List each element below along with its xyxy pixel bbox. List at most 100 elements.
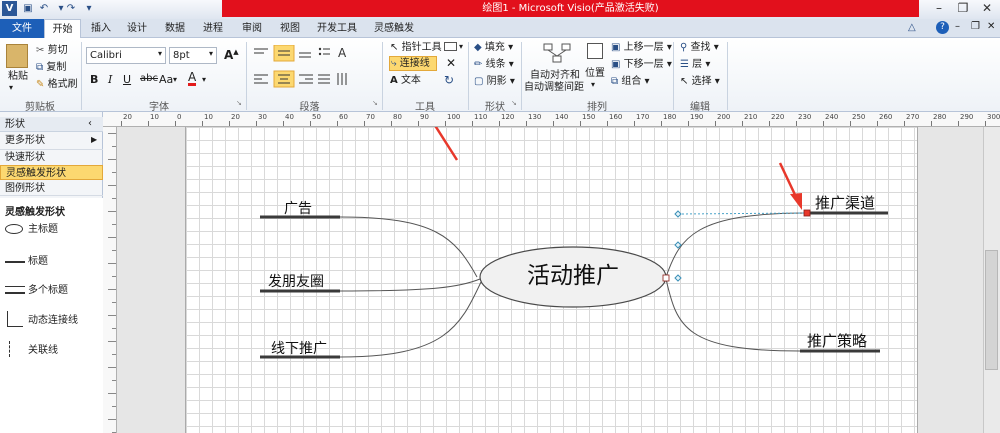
customize-qat-icon[interactable]: ▾ xyxy=(82,2,96,16)
paste-button[interactable]: 粘贴 xyxy=(8,70,28,83)
connection-point-icon[interactable]: ↻ xyxy=(444,73,454,87)
rectangle-tool-icon[interactable] xyxy=(444,42,457,51)
visio-app-icon[interactable]: V xyxy=(2,1,17,16)
grow-font-icon[interactable]: A▲ xyxy=(224,48,239,62)
branch-ad-text[interactable]: 广告 xyxy=(284,198,312,218)
branch-channel-text[interactable]: 推广渠道 xyxy=(815,192,875,213)
send-backward-button[interactable]: ▣ 下移一层 ▾ xyxy=(611,58,672,71)
line-button[interactable]: ✏ 线条 ▾ xyxy=(474,58,514,71)
fill-button[interactable]: ◆ 填充 ▾ xyxy=(474,41,513,54)
justify-icon[interactable] xyxy=(318,74,330,84)
branch-offline-text[interactable]: 线下推广 xyxy=(271,338,327,358)
undo-icon[interactable]: ↶ xyxy=(37,2,51,16)
position-dropdown-icon[interactable]: ▾ xyxy=(591,80,595,89)
connector-strategy[interactable] xyxy=(665,278,801,352)
redo-icon[interactable]: ↷ xyxy=(64,2,78,16)
copy-button[interactable]: ⧉ 复制 xyxy=(36,61,66,74)
collapse-panel-icon[interactable]: ‹ xyxy=(88,118,92,129)
bring-forward-button[interactable]: ▣ 上移一层 ▾ xyxy=(611,41,672,54)
underline-icon[interactable]: U xyxy=(123,73,131,86)
more-shapes-item[interactable]: 更多形状 xyxy=(0,133,103,148)
auto-align-label-2[interactable]: 自动调整间距 xyxy=(524,81,584,94)
relationship-shape-icon[interactable] xyxy=(9,341,21,357)
bold-icon[interactable]: B xyxy=(90,73,98,86)
main-topic-shape-icon[interactable] xyxy=(5,224,23,234)
position-button[interactable]: 位置 xyxy=(585,67,605,80)
strikethrough-icon[interactable]: abc xyxy=(140,73,158,84)
font-name-dropdown-icon[interactable]: ▾ xyxy=(158,49,162,58)
relationship-shape-label[interactable]: 关联线 xyxy=(28,344,58,357)
text-tool-button[interactable]: A 文本 xyxy=(390,74,421,87)
connector-ad[interactable] xyxy=(339,216,478,278)
group-button[interactable]: ⧉ 组合 ▾ xyxy=(611,75,650,88)
save-icon[interactable]: ▣ xyxy=(21,2,35,16)
multiple-topics-shape-label[interactable]: 多个标题 xyxy=(28,284,68,297)
tab-developer[interactable]: 开发工具 xyxy=(313,19,361,38)
align-left-icon[interactable] xyxy=(254,74,268,84)
dynamic-connector-shape-icon[interactable] xyxy=(7,311,23,327)
connector-channel[interactable] xyxy=(665,212,808,278)
handle-3[interactable] xyxy=(674,274,682,282)
scrollbar-thumb[interactable] xyxy=(985,250,998,370)
auto-align-icon[interactable] xyxy=(540,42,576,66)
tab-process[interactable]: 进程 xyxy=(200,19,226,38)
bullets-icon[interactable] xyxy=(318,47,330,56)
connector-offline[interactable] xyxy=(339,281,482,358)
paragraph-dialog-launcher-icon[interactable]: ↘ xyxy=(372,99,378,107)
inspiration-shapes-item[interactable]: 灵感触发形状 xyxy=(0,165,103,180)
close-icon[interactable]: ✕ xyxy=(976,0,998,17)
tab-inspiration[interactable]: 灵感触发 xyxy=(370,19,418,38)
tab-insert[interactable]: 插入 xyxy=(88,19,114,38)
shape-dialog-launcher-icon[interactable]: ↘ xyxy=(511,99,517,107)
tab-file[interactable]: 文件 xyxy=(0,19,44,38)
close-tool-icon[interactable]: ✕ xyxy=(446,56,456,70)
doc-restore-icon[interactable]: ❐ xyxy=(971,21,980,32)
tab-home[interactable]: 开始 xyxy=(44,19,81,38)
doc-close-icon[interactable]: ✕ xyxy=(987,21,995,32)
ribbon-minimize-icon[interactable]: △ xyxy=(908,22,916,33)
multiple-topics-shape-icon[interactable] xyxy=(5,286,25,294)
pointer-tool-button[interactable]: ↖ 指针工具 xyxy=(390,41,442,54)
select-button[interactable]: ↖ 选择 ▾ xyxy=(680,75,720,88)
minimize-icon[interactable]: – xyxy=(928,0,950,17)
shadow-button[interactable]: ▢ 阴影 ▾ xyxy=(474,75,515,88)
text-size-icon[interactable]: A xyxy=(338,46,347,60)
layers-button[interactable]: ☰ 层 ▾ xyxy=(680,58,710,71)
italic-icon[interactable]: I xyxy=(108,73,112,86)
help-icon[interactable]: ? xyxy=(936,21,949,34)
dynamic-connector-shape-label[interactable]: 动态连接线 xyxy=(28,314,78,327)
font-dialog-launcher-icon[interactable]: ↘ xyxy=(236,99,242,107)
font-color-dropdown-icon[interactable]: ▾ xyxy=(202,75,206,84)
tab-review[interactable]: 审阅 xyxy=(239,19,265,38)
tab-design[interactable]: 设计 xyxy=(124,19,150,38)
doc-minimize-icon[interactable]: – xyxy=(955,21,960,32)
align-top-icon[interactable] xyxy=(254,48,268,54)
font-name-select[interactable]: Calibri xyxy=(86,47,166,64)
main-topic-text[interactable]: 活动推广 xyxy=(478,256,668,290)
change-case-icon[interactable]: Aa xyxy=(159,73,173,86)
font-color-icon[interactable]: A xyxy=(188,71,197,86)
paste-dropdown-icon[interactable]: ▾ xyxy=(9,83,13,92)
main-topic-shape-label[interactable]: 主标题 xyxy=(28,223,58,236)
topic-shape-icon[interactable] xyxy=(5,259,25,263)
font-size-dropdown-icon[interactable]: ▾ xyxy=(209,49,213,58)
topic-shape-label[interactable]: 标题 xyxy=(28,255,48,268)
quick-shapes-item[interactable]: 快速形状 xyxy=(0,149,103,164)
connector-moments[interactable] xyxy=(339,278,481,292)
handle-1[interactable] xyxy=(674,210,682,218)
align-right-icon[interactable] xyxy=(299,74,313,84)
selected-connection-point[interactable] xyxy=(803,209,811,217)
text-direction-icon[interactable] xyxy=(337,73,347,85)
tab-data[interactable]: 数据 xyxy=(162,19,188,38)
branch-strategy-text[interactable]: 推广策略 xyxy=(807,330,867,351)
align-middle-highlight[interactable] xyxy=(273,45,295,62)
branch-moments-text[interactable]: 发朋友圈 xyxy=(268,271,324,291)
change-case-dropdown-icon[interactable]: ▾ xyxy=(173,75,177,84)
tab-view[interactable]: 视图 xyxy=(277,19,303,38)
format-painter-button[interactable]: ✎ 格式刷 xyxy=(36,78,78,91)
legend-shapes-item[interactable]: 图例形状 xyxy=(0,181,103,196)
restore-icon[interactable]: ❐ xyxy=(952,0,974,17)
find-button[interactable]: ⚲ 查找 ▾ xyxy=(680,41,719,54)
cut-button[interactable]: ✂ 剪切 xyxy=(36,44,68,57)
position-icon[interactable] xyxy=(587,43,603,59)
